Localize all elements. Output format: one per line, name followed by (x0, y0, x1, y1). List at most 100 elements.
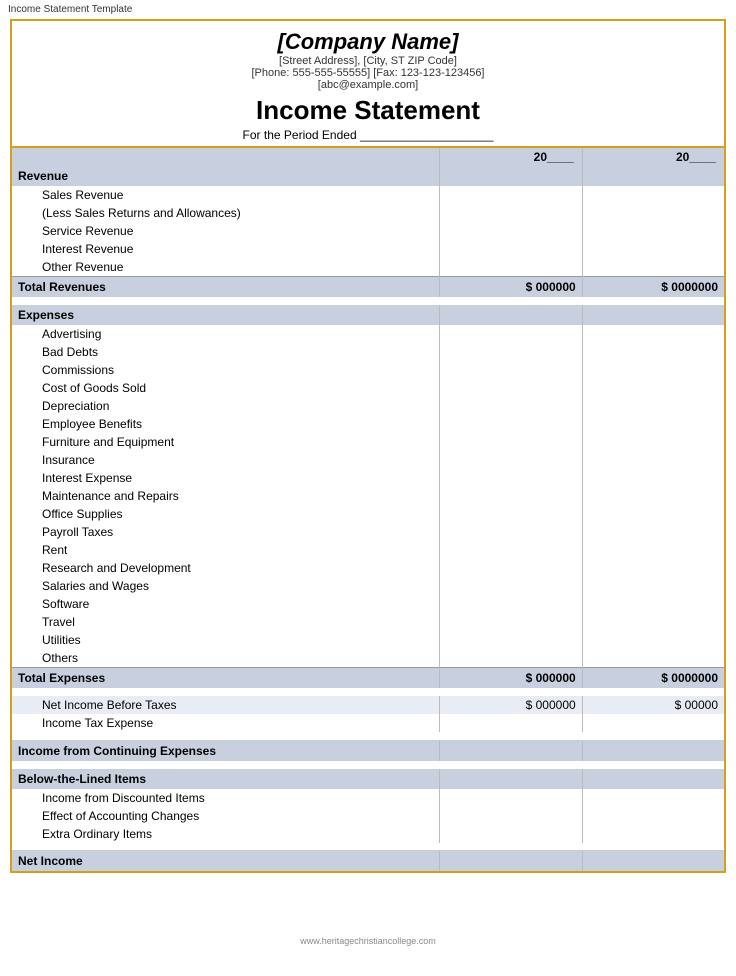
revenue-item-label: (Less Sales Returns and Allowances) (11, 204, 439, 222)
watermark-bottom: www.heritagechristiancollege.com (0, 936, 736, 946)
income-continuing-label: Income from Continuing Expenses (11, 740, 439, 761)
net-income-before-taxes-row: Net Income Before Taxes $ 000000 $ 00000 (11, 696, 725, 714)
table-row: Bad Debts (11, 343, 725, 361)
total-revenues-val1: $ 000000 (439, 277, 582, 298)
total-revenues-val2: $ 0000000 (582, 277, 725, 298)
net-income-before-taxes-val1: $ 000000 (439, 696, 582, 714)
expense-item-label: Research and Development (11, 559, 439, 577)
net-income-label: Net Income (11, 851, 439, 873)
watermark-top: Income Statement Template (0, 0, 736, 19)
table-row: Advertising (11, 325, 725, 343)
table-row: Rent (11, 541, 725, 559)
total-revenues-label: Total Revenues (11, 277, 439, 298)
expense-item-label: Cost of Goods Sold (11, 379, 439, 397)
revenue-item-val2 (582, 186, 725, 204)
company-name: [Company Name] (52, 29, 684, 55)
below-item-label: Effect of Accounting Changes (11, 807, 439, 825)
email-line: [abc@example.com] (52, 79, 684, 91)
total-expenses-val1: $ 000000 (439, 668, 582, 689)
expense-item-label: Depreciation (11, 397, 439, 415)
expense-item-label: Insurance (11, 451, 439, 469)
table-row: Office Supplies (11, 505, 725, 523)
col-label-header (11, 148, 439, 166)
table-row: Sales Revenue (11, 186, 725, 204)
expenses-label: Expenses (11, 305, 439, 325)
expense-item-label: Employee Benefits (11, 415, 439, 433)
revenue-col2 (582, 166, 725, 186)
table-row: Research and Development (11, 559, 725, 577)
table-row: Service Revenue (11, 222, 725, 240)
table-row: Other Revenue (11, 258, 725, 277)
table-row: Commissions (11, 361, 725, 379)
total-expenses-row: Total Expenses $ 000000 $ 0000000 (11, 668, 725, 689)
net-income-row: Net Income (11, 851, 725, 873)
table-row: (Less Sales Returns and Allowances) (11, 204, 725, 222)
revenue-item-label: Interest Revenue (11, 240, 439, 258)
total-expenses-val2: $ 0000000 (582, 668, 725, 689)
table-row: Software (11, 595, 725, 613)
table-row: Maintenance and Repairs (11, 487, 725, 505)
expense-item-label: Interest Expense (11, 469, 439, 487)
income-tax-label: Income Tax Expense (11, 714, 439, 732)
total-revenues-row: Total Revenues $ 000000 $ 0000000 (11, 277, 725, 298)
table-row: Income from Discounted Items (11, 789, 725, 807)
revenue-col1 (439, 166, 582, 186)
revenue-item-label: Service Revenue (11, 222, 439, 240)
income-statement-table: 20____ 20____ Revenue Sales Revenue (Les… (10, 148, 726, 873)
address-line2: [Phone: 555-555-55555] [Fax: 123-123-123… (52, 67, 684, 79)
table-row: Depreciation (11, 397, 725, 415)
table-row: Payroll Taxes (11, 523, 725, 541)
net-income-before-taxes-val2: $ 00000 (582, 696, 725, 714)
revenue-item-label: Sales Revenue (11, 186, 439, 204)
expenses-section-header: Expenses (11, 305, 725, 325)
spacer-row (11, 297, 725, 305)
below-item-label: Extra Ordinary Items (11, 825, 439, 843)
expense-item-label: Utilities (11, 631, 439, 649)
table-row: Insurance (11, 451, 725, 469)
expense-item-maintenance: Maintenance and Repairs (11, 487, 439, 505)
col1-header: 20____ (439, 148, 582, 166)
expense-item-label: Travel (11, 613, 439, 631)
expense-item-label: Rent (11, 541, 439, 559)
header-section: [Company Name] [Street Address], [City, … (10, 19, 726, 148)
table-row: Salaries and Wages (11, 577, 725, 595)
table-row: Travel (11, 613, 725, 631)
expense-item-label: Commissions (11, 361, 439, 379)
expense-item-label: Salaries and Wages (11, 577, 439, 595)
below-the-line-label: Below-the-Lined Items (11, 769, 439, 789)
table-row: Effect of Accounting Changes (11, 807, 725, 825)
total-expenses-label: Total Expenses (11, 668, 439, 689)
table-row: Interest Revenue (11, 240, 725, 258)
revenue-item-val1 (439, 186, 582, 204)
table-row: Employee Benefits (11, 415, 725, 433)
net-income-before-taxes-label: Net Income Before Taxes (11, 696, 439, 714)
address-line1: [Street Address], [City, ST ZIP Code] (52, 55, 684, 67)
table-row: Interest Expense (11, 469, 725, 487)
expense-item-label: Bad Debts (11, 343, 439, 361)
expense-item-label: Advertising (11, 325, 439, 343)
spacer-row (11, 688, 725, 696)
table-row: Extra Ordinary Items (11, 825, 725, 843)
revenue-label: Revenue (11, 166, 439, 186)
table-row: Cost of Goods Sold (11, 379, 725, 397)
table-row: Furniture and Equipment (11, 433, 725, 451)
expense-item-label: Software (11, 595, 439, 613)
table-row: Utilities (11, 631, 725, 649)
table-row: Others (11, 649, 725, 668)
revenue-section-header: Revenue (11, 166, 725, 186)
column-header-row: 20____ 20____ (11, 148, 725, 166)
expense-item-label: Others (11, 649, 439, 668)
expense-item-label: Office Supplies (11, 505, 439, 523)
col2-header: 20____ (582, 148, 725, 166)
expense-item-label: Furniture and Equipment (11, 433, 439, 451)
income-tax-row: Income Tax Expense (11, 714, 725, 732)
income-continuing-row: Income from Continuing Expenses (11, 740, 725, 761)
doc-title: Income Statement (52, 95, 684, 126)
spacer-row (11, 843, 725, 851)
spacer-row (11, 732, 725, 740)
period-label: For the Period Ended ___________________… (52, 128, 684, 142)
revenue-item-label: Other Revenue (11, 258, 439, 277)
expense-item-label: Payroll Taxes (11, 523, 439, 541)
below-the-line-header: Below-the-Lined Items (11, 769, 725, 789)
below-item-label: Income from Discounted Items (11, 789, 439, 807)
